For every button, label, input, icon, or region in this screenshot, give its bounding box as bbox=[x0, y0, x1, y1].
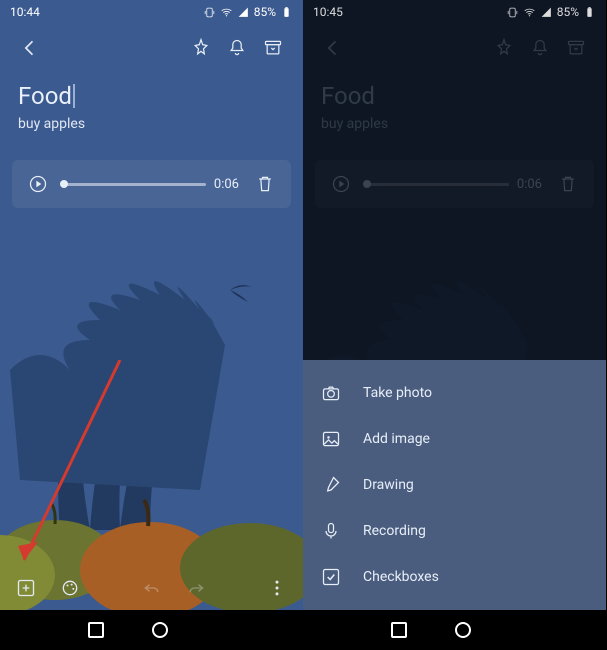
nav-recent-button[interactable] bbox=[391, 622, 407, 638]
menu-drawing[interactable]: Drawing bbox=[303, 462, 606, 508]
battery-icon bbox=[280, 6, 293, 19]
status-icons: 85% bbox=[506, 5, 596, 19]
audio-track[interactable] bbox=[64, 183, 206, 186]
mic-icon bbox=[321, 521, 341, 541]
nav-recent-button[interactable] bbox=[88, 622, 104, 638]
annotation-arrow bbox=[10, 360, 130, 580]
vibrate-icon bbox=[506, 6, 519, 19]
note-title[interactable]: Food bbox=[18, 82, 285, 110]
more-button[interactable] bbox=[259, 570, 295, 606]
menu-add-image[interactable]: Add image bbox=[303, 416, 606, 462]
note-title-text: Food bbox=[18, 82, 72, 110]
menu-label: Recording bbox=[363, 523, 426, 539]
background-illustration bbox=[0, 230, 303, 610]
note-toolbar bbox=[0, 24, 303, 72]
camera-icon bbox=[321, 383, 341, 403]
status-icons: 85% bbox=[203, 5, 293, 19]
edit-bottombar bbox=[0, 566, 303, 610]
menu-checkboxes[interactable]: Checkboxes bbox=[303, 554, 606, 600]
signal-icon bbox=[540, 6, 553, 19]
menu-label: Drawing bbox=[363, 477, 414, 493]
add-attachment-button[interactable] bbox=[8, 570, 44, 606]
undo-button[interactable] bbox=[134, 570, 170, 606]
status-time: 10:45 bbox=[313, 5, 343, 19]
screen-right: Food buy apples 0:06 10:45 85% Take phot… bbox=[303, 0, 606, 650]
status-bar: 10:45 85% bbox=[303, 0, 606, 24]
palette-button[interactable] bbox=[52, 570, 88, 606]
screen-left: 10:44 85% Food buy apples 0:06 bbox=[0, 0, 303, 650]
audio-duration: 0:06 bbox=[214, 177, 239, 192]
attach-menu: Take photo Add image Drawing Recording C… bbox=[303, 360, 606, 610]
nav-home-button[interactable] bbox=[455, 622, 471, 638]
menu-label: Checkboxes bbox=[363, 569, 439, 585]
pin-button[interactable] bbox=[183, 30, 219, 66]
status-bar: 10:44 85% bbox=[0, 0, 303, 24]
menu-label: Add image bbox=[363, 431, 430, 447]
text-cursor bbox=[73, 84, 75, 108]
signal-icon bbox=[237, 6, 250, 19]
nav-bar bbox=[0, 610, 303, 650]
note-body[interactable]: buy apples bbox=[18, 116, 285, 132]
battery-icon bbox=[583, 6, 596, 19]
image-icon bbox=[321, 429, 341, 449]
play-button[interactable] bbox=[20, 166, 56, 202]
menu-recording[interactable]: Recording bbox=[303, 508, 606, 554]
reminder-button[interactable] bbox=[219, 30, 255, 66]
note-content: Food buy apples bbox=[0, 72, 303, 142]
status-battery-pct: 85% bbox=[254, 5, 276, 19]
back-button[interactable] bbox=[12, 30, 48, 66]
wifi-icon bbox=[220, 6, 233, 19]
nav-home-button[interactable] bbox=[152, 622, 168, 638]
status-battery-pct: 85% bbox=[557, 5, 579, 19]
delete-audio-button[interactable] bbox=[247, 166, 283, 202]
status-time: 10:44 bbox=[10, 5, 40, 19]
menu-take-photo[interactable]: Take photo bbox=[303, 370, 606, 416]
redo-button[interactable] bbox=[178, 570, 214, 606]
archive-button[interactable] bbox=[255, 30, 291, 66]
checkbox-icon bbox=[321, 567, 341, 587]
audio-player: 0:06 bbox=[12, 160, 291, 208]
vibrate-icon bbox=[203, 6, 216, 19]
nav-bar bbox=[303, 610, 606, 650]
wifi-icon bbox=[523, 6, 536, 19]
brush-icon bbox=[321, 475, 341, 495]
menu-label: Take photo bbox=[363, 385, 432, 401]
